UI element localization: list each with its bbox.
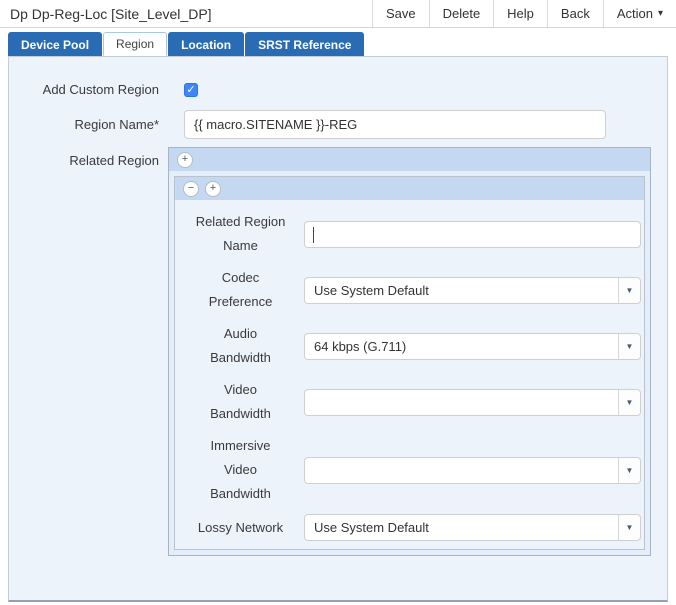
plus-icon: +: [182, 153, 188, 165]
selected-value: Use System Default: [305, 278, 618, 303]
tab-srst-reference[interactable]: SRST Reference: [245, 32, 364, 56]
video-bandwidth-row: Video Bandwidth ▼: [175, 378, 644, 426]
page-title: Dp Dp-Reg-Loc [Site_Level_DP]: [0, 0, 372, 27]
related-region-group: + − + Related Region Name: [168, 147, 651, 556]
action-menu-label: Action: [617, 6, 653, 21]
window-header: Dp Dp-Reg-Loc [Site_Level_DP] Save Delet…: [0, 0, 676, 28]
region-form-panel: Add Custom Region ✓ Region Name* Related…: [8, 56, 668, 602]
check-icon: ✓: [186, 84, 195, 96]
add-custom-region-label: Add Custom Region: [9, 82, 159, 97]
immersive-video-bandwidth-select[interactable]: ▼: [304, 457, 641, 484]
video-bandwidth-select[interactable]: ▼: [304, 389, 641, 416]
minus-icon: −: [188, 182, 194, 194]
selected-value: 64 kbps (G.711): [305, 334, 618, 359]
dropdown-arrow-icon[interactable]: ▼: [618, 515, 640, 540]
back-button[interactable]: Back: [547, 0, 603, 27]
add-row-button[interactable]: +: [205, 181, 221, 197]
help-button[interactable]: Help: [493, 0, 547, 27]
related-region-row: Related Region + − + Related: [9, 147, 667, 556]
selected-value: [305, 458, 618, 483]
related-region-item-header: − +: [175, 177, 644, 200]
immersive-video-bandwidth-label: Immersive Video Bandwidth: [193, 434, 288, 506]
region-name-label: Region Name*: [9, 117, 159, 132]
related-region-name-input[interactable]: [304, 221, 641, 248]
immersive-video-bandwidth-row: Immersive Video Bandwidth ▼: [175, 434, 644, 506]
codec-preference-row: Codec Preference Use System Default ▼: [175, 266, 644, 314]
save-button[interactable]: Save: [372, 0, 429, 27]
tab-bar: Device Pool Region Location SRST Referen…: [0, 28, 676, 56]
lossy-network-label: Lossy Network: [193, 516, 288, 540]
remove-row-button[interactable]: −: [183, 181, 199, 197]
audio-bandwidth-label: Audio Bandwidth: [193, 322, 288, 370]
lossy-network-row: Lossy Network Use System Default ▼: [175, 514, 644, 541]
audio-bandwidth-select[interactable]: 64 kbps (G.711) ▼: [304, 333, 641, 360]
action-menu-button[interactable]: Action ▾: [603, 0, 676, 27]
tab-device-pool[interactable]: Device Pool: [8, 32, 102, 56]
add-row-button[interactable]: +: [177, 152, 193, 168]
selected-value: [305, 390, 618, 415]
lossy-network-select[interactable]: Use System Default ▼: [304, 514, 641, 541]
tab-location[interactable]: Location: [168, 32, 244, 56]
region-name-input[interactable]: [184, 110, 606, 139]
dropdown-arrow-icon[interactable]: ▼: [618, 390, 640, 415]
add-custom-region-row: Add Custom Region ✓: [9, 82, 667, 97]
dropdown-arrow-icon[interactable]: ▼: [618, 458, 640, 483]
codec-preference-select[interactable]: Use System Default ▼: [304, 277, 641, 304]
add-custom-region-checkbox[interactable]: ✓: [184, 83, 198, 97]
region-name-row: Region Name*: [9, 110, 667, 139]
video-bandwidth-label: Video Bandwidth: [193, 378, 288, 426]
related-region-name-row: Related Region Name: [175, 210, 644, 258]
plus-icon: +: [210, 182, 216, 194]
text-cursor: [313, 227, 314, 243]
dropdown-arrow-icon[interactable]: ▼: [618, 278, 640, 303]
delete-button[interactable]: Delete: [429, 0, 494, 27]
tab-region[interactable]: Region: [103, 32, 167, 56]
caret-down-icon: ▾: [658, 8, 663, 19]
related-region-group-header: +: [169, 148, 650, 171]
codec-preference-label: Codec Preference: [193, 266, 288, 314]
related-region-label: Related Region: [9, 147, 159, 168]
related-region-name-label: Related Region Name: [193, 210, 288, 258]
related-region-item: − + Related Region Name: [174, 176, 645, 550]
dropdown-arrow-icon[interactable]: ▼: [618, 334, 640, 359]
audio-bandwidth-row: Audio Bandwidth 64 kbps (G.711) ▼: [175, 322, 644, 370]
selected-value: Use System Default: [305, 515, 618, 540]
